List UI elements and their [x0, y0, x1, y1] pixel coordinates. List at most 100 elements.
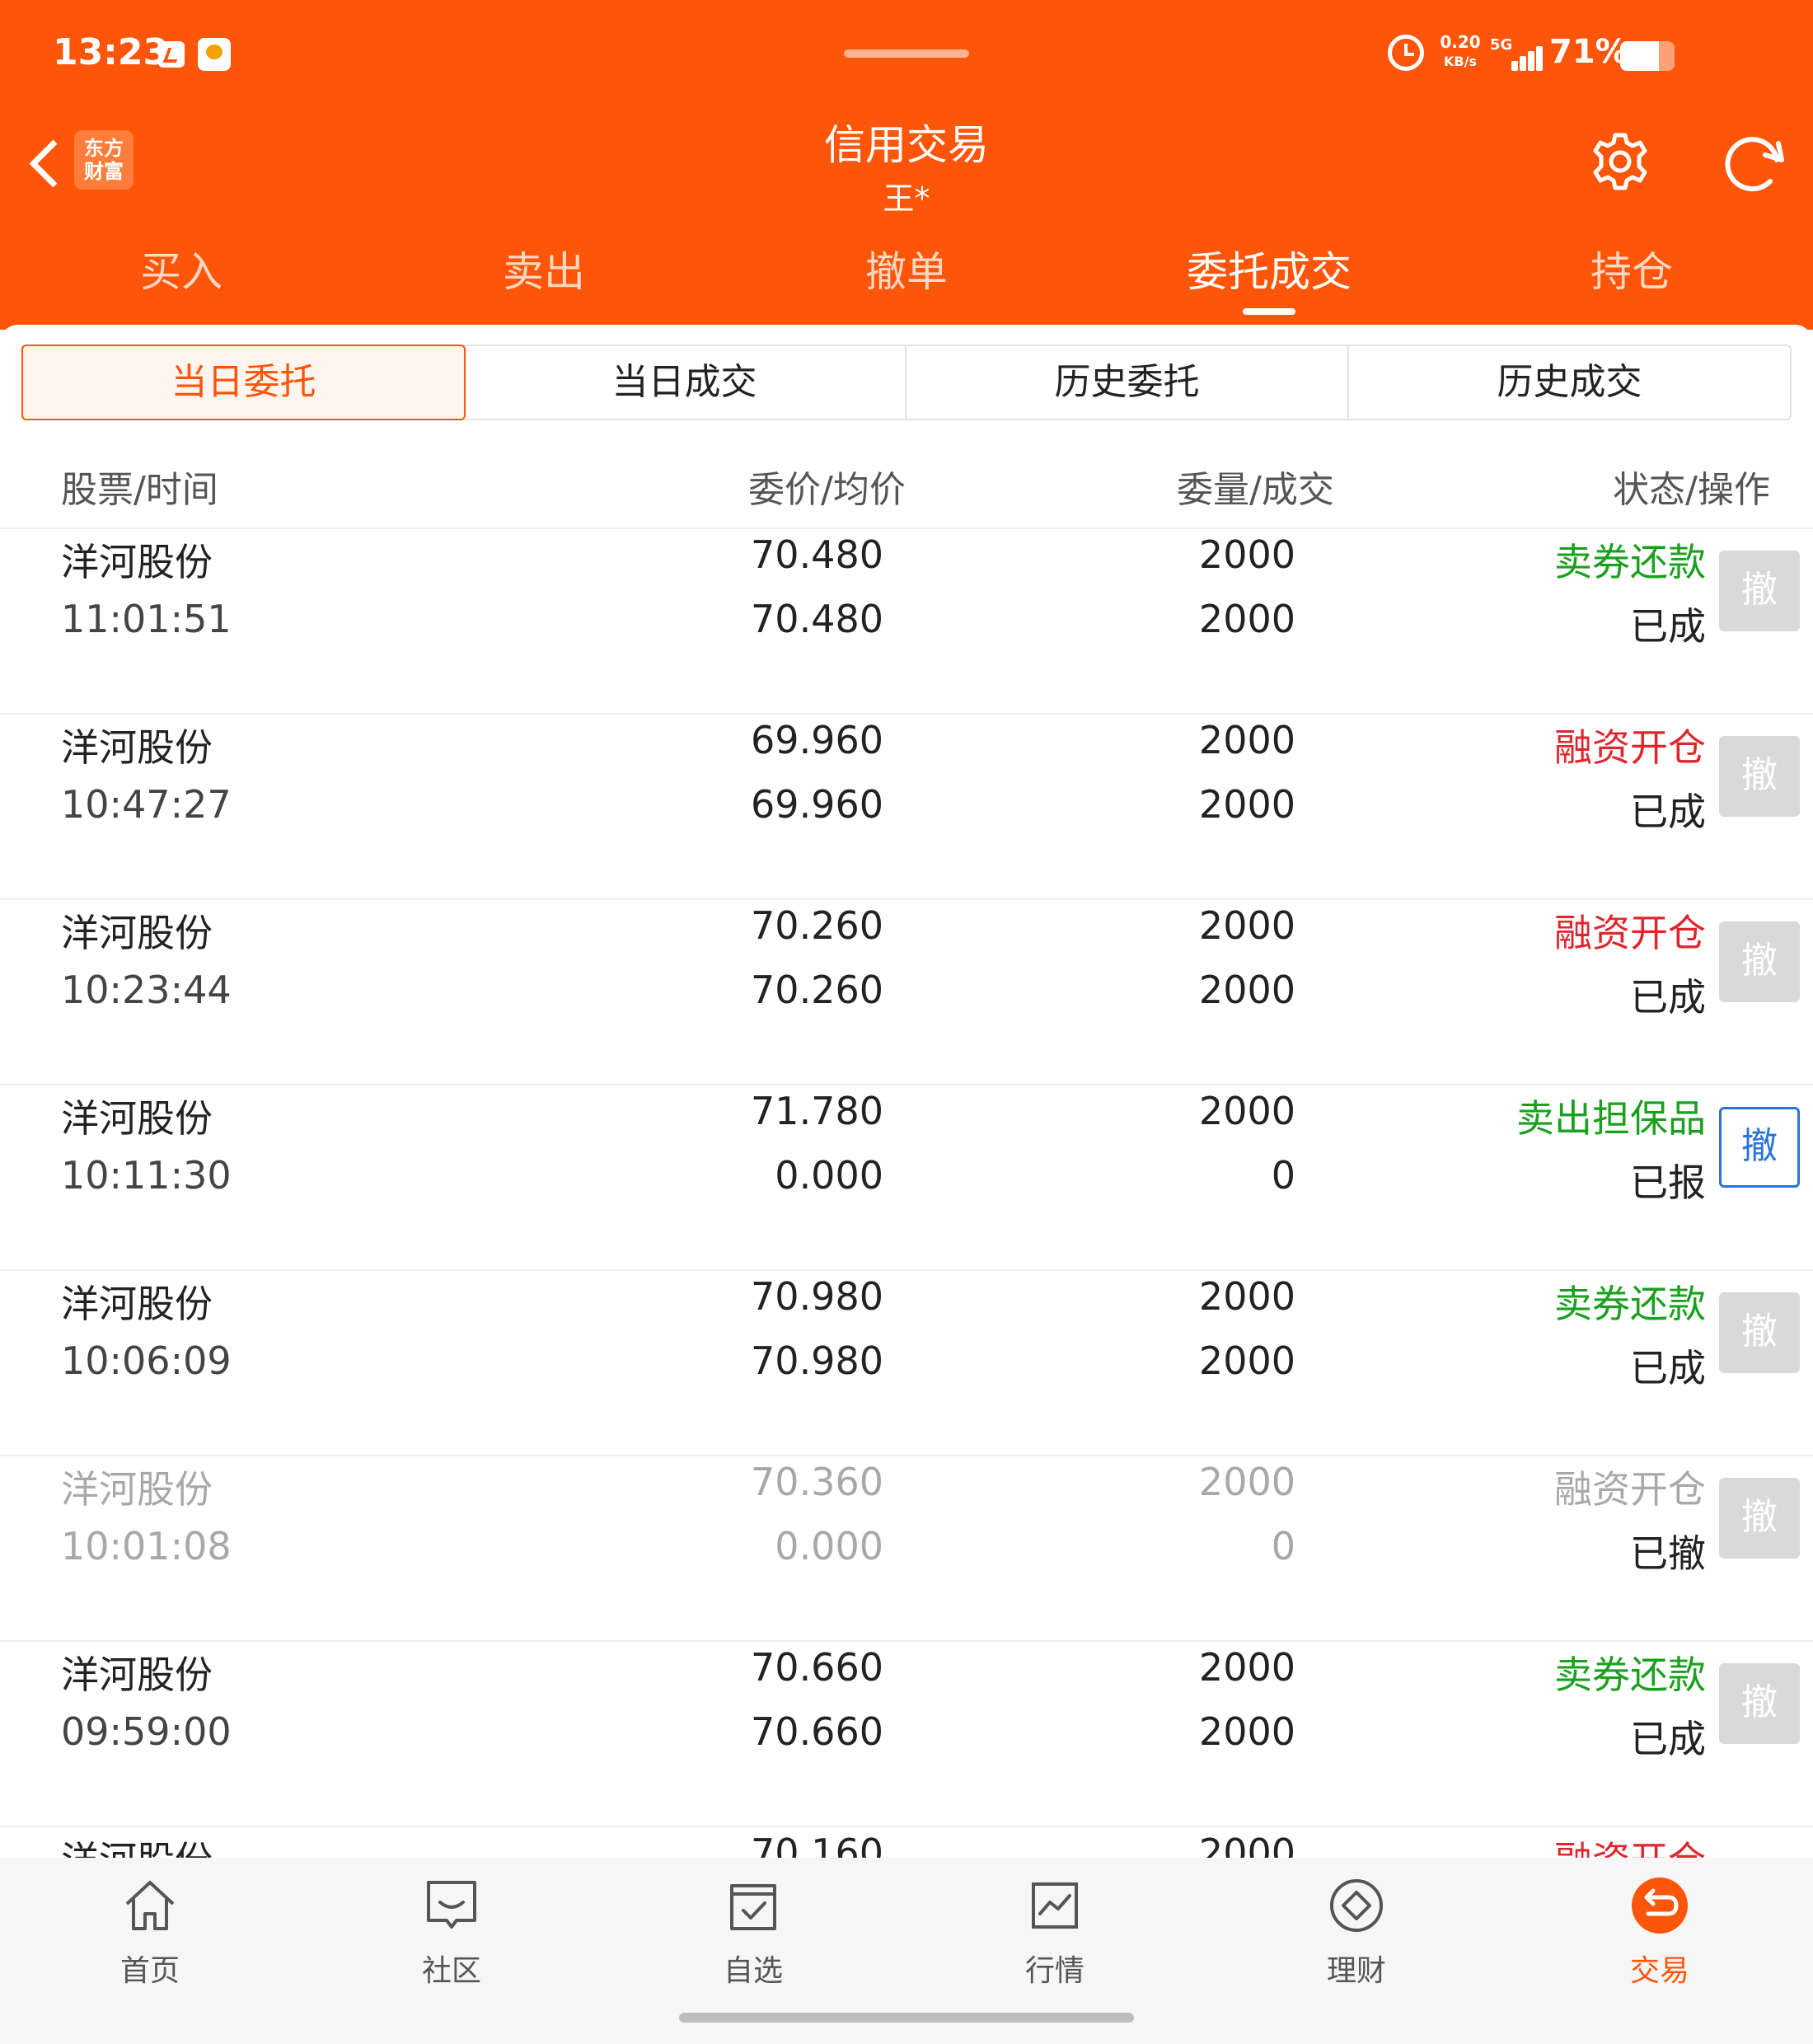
stock-name: 洋河股份: [61, 911, 213, 955]
stock-name: 洋河股份: [61, 1467, 213, 1512]
net-speed-value: 0.20: [1440, 32, 1481, 52]
order-status: 已成: [1630, 790, 1706, 834]
order-qty: 2000: [1198, 1645, 1295, 1690]
stock-name: 洋河股份: [61, 1282, 213, 1326]
nav-market[interactable]: 行情: [972, 1874, 1137, 1990]
filled-qty: 0: [1271, 1524, 1295, 1568]
table-row[interactable]: 洋河股份 11:01:51 70.480 70.480 2000 2000 卖券还款 已成撤: [0, 529, 1813, 715]
table-header: 股票/时间 委价/均价 委量/成交 状态/操作: [0, 440, 1813, 529]
logo-line1: 东方: [84, 137, 124, 160]
order-qty: 2000: [1198, 903, 1295, 948]
app-notification-icon: [158, 41, 185, 68]
nav-trade[interactable]: 交易: [1577, 1874, 1742, 1990]
nav-watchlist[interactable]: 自选: [671, 1874, 836, 1990]
nav-wealth[interactable]: 理财: [1274, 1874, 1439, 1990]
app-notification-icon-2: [198, 38, 231, 71]
order-type: 卖券还款: [1554, 540, 1706, 584]
order-qty: 2000: [1198, 718, 1295, 762]
nav-wealth-label: 理财: [1326, 1954, 1386, 1988]
market-icon: [1032, 1882, 1078, 1929]
filled-qty: 2000: [1198, 968, 1295, 1012]
page-title: 信用交易: [824, 121, 989, 169]
watchlist-icon: [730, 1884, 776, 1930]
refresh-icon[interactable]: [1719, 130, 1788, 199]
status-time: 13:23: [53, 31, 169, 73]
home-indicator[interactable]: [679, 2013, 1134, 2023]
orders-panel: 当日委托 当日成交 历史委托 历史成交 股票/时间 委价/均价 委量/成交 状态…: [0, 325, 1813, 1858]
col-status: 状态/操作: [1613, 469, 1770, 511]
tab-positions[interactable]: 持仓: [1450, 239, 1813, 298]
cancel-button[interactable]: 撤: [1719, 736, 1800, 817]
settings-gear-icon[interactable]: [1589, 130, 1651, 193]
order-price: 70.980: [751, 1274, 883, 1319]
table-row[interactable]: 洋河股份 09:59:00 70.660 70.660 2000 2000 卖券还款 已成撤: [0, 1642, 1813, 1827]
order-price: 70.660: [751, 1645, 883, 1690]
cancel-button[interactable]: 撤: [1719, 1478, 1800, 1559]
stock-name: 洋河股份: [61, 540, 213, 584]
battery-icon: [1620, 41, 1675, 71]
order-time: 10:06:09: [61, 1338, 232, 1383]
account-name: 王*: [883, 180, 930, 217]
order-price: 70.480: [751, 532, 883, 577]
order-qty: 2000: [1198, 1274, 1295, 1319]
subtab-history-orders[interactable]: 历史委托: [906, 346, 1349, 419]
order-type: 卖出担保品: [1516, 1096, 1706, 1141]
order-time: 09:59:00: [61, 1709, 232, 1754]
table-row[interactable]: 洋河股份 10:47:27 69.960 69.960 2000 2000 融资开仓 已成撤: [0, 715, 1813, 900]
cancel-button[interactable]: 撤: [1719, 921, 1800, 1002]
order-time: 10:11:30: [61, 1153, 232, 1198]
cancel-button[interactable]: 撤: [1719, 1107, 1800, 1188]
table-row[interactable]: 洋河股份 10:11:30 71.780 0.000 2000 0 卖出担保品 已报撤: [0, 1085, 1813, 1271]
order-type: 融资开仓: [1554, 725, 1706, 770]
order-status: 已成: [1630, 975, 1706, 1020]
net-speed-unit: KB/s: [1444, 54, 1477, 69]
order-qty: 2000: [1198, 1460, 1295, 1504]
tab-sell[interactable]: 卖出: [363, 239, 725, 298]
stock-name: 洋河股份: [61, 1653, 213, 1697]
logo-line2: 财富: [84, 160, 124, 183]
battery-text: 71%: [1549, 33, 1628, 71]
avg-price: 70.480: [751, 597, 883, 641]
order-status: 已报: [1630, 1160, 1706, 1205]
avg-price: 70.660: [751, 1709, 883, 1754]
nav-market-label: 行情: [1024, 1954, 1085, 1988]
back-button[interactable]: [23, 130, 73, 196]
avg-price: 70.980: [751, 1338, 883, 1383]
order-status: 已撤: [1630, 1531, 1706, 1576]
table-row[interactable]: 洋河股份 10:06:09 70.980 70.980 2000 2000 卖券还款 已成撤: [0, 1271, 1813, 1456]
net-speed: 0.20 KB/s: [1436, 33, 1485, 71]
order-status: 已成: [1630, 1717, 1706, 1761]
cancel-button[interactable]: 撤: [1719, 1292, 1800, 1373]
tab-buy[interactable]: 买入: [0, 239, 363, 298]
header-bar: 13:23 0.20 KB/s 5G 71% 东方 财富 信用交易 王* 买入 …: [0, 0, 1813, 330]
nav-community[interactable]: 社区: [369, 1874, 534, 1990]
stock-name: 洋河股份: [61, 725, 213, 770]
table-row[interactable]: 洋河股份 10:23:44 70.260 70.260 2000 2000 融资开仓 已成撤: [0, 900, 1813, 1085]
drag-handle[interactable]: [844, 49, 969, 58]
tab-orders-trades[interactable]: 委托成交: [1088, 239, 1450, 298]
nav-watchlist-label: 自选: [723, 1954, 783, 1988]
filled-qty: 2000: [1198, 1709, 1295, 1754]
nav-trade-label: 交易: [1629, 1954, 1689, 1988]
cancel-button[interactable]: 撤: [1719, 551, 1800, 631]
table-row[interactable]: 洋河股份 10:01:08 70.360 0.000 2000 0 融资开仓 已撤撤: [0, 1456, 1813, 1642]
filled-qty: 2000: [1198, 597, 1295, 641]
col-stock-time: 股票/时间: [61, 469, 218, 511]
subtab-history-trades[interactable]: 历史成交: [1349, 346, 1790, 419]
trade-icon: [1632, 1878, 1688, 1934]
order-type: 卖券还款: [1554, 1282, 1706, 1326]
order-price: 70.360: [751, 1460, 883, 1504]
stock-name: 洋河股份: [61, 1831, 213, 1858]
avg-price: 0.000: [775, 1153, 883, 1198]
order-price: 69.960: [751, 718, 883, 762]
filled-qty: 0: [1271, 1153, 1295, 1198]
cancel-button[interactable]: 撤: [1719, 1663, 1800, 1744]
tab-cancel-order[interactable]: 撤单: [725, 239, 1088, 298]
subtab-today-trades[interactable]: 当日成交: [464, 346, 906, 419]
nav-home[interactable]: 首页: [68, 1874, 232, 1990]
subtab-today-orders[interactable]: 当日委托: [21, 345, 466, 420]
filled-qty: 2000: [1198, 1338, 1295, 1383]
table-row[interactable]: 洋河股份 70.160 2000 融资开仓: [0, 1827, 1813, 1858]
filled-qty: 2000: [1198, 782, 1295, 827]
order-type: 融资开仓: [1554, 1467, 1706, 1512]
